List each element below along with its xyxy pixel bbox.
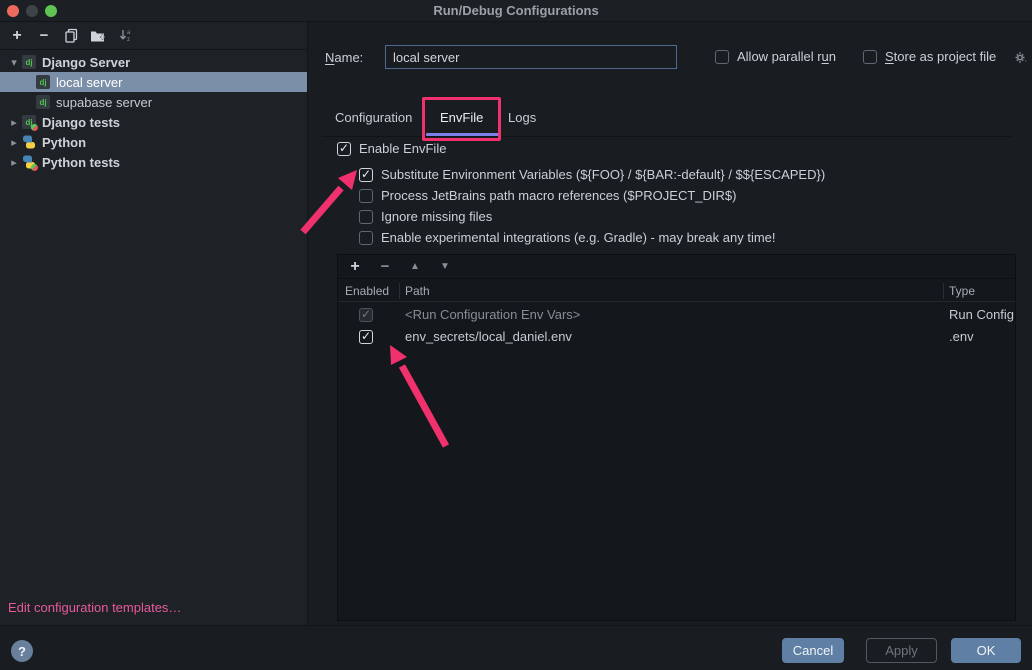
- checkbox-icon[interactable]: [863, 50, 877, 64]
- column-header-enabled: Enabled: [345, 284, 389, 298]
- add-env-file-icon[interactable]: [346, 258, 364, 276]
- svg-text:z: z: [127, 37, 130, 43]
- run-debug-configurations-dialog: Run/Debug Configurations az Django Serve…: [0, 0, 1032, 670]
- window-title: Run/Debug Configurations: [0, 0, 1032, 22]
- name-input[interactable]: [385, 45, 677, 69]
- tree-group-django-tests[interactable]: Django tests: [0, 112, 307, 132]
- help-button[interactable]: ?: [11, 640, 33, 662]
- process-path-macro-checkbox[interactable]: Process JetBrains path macro references …: [359, 188, 736, 203]
- checkbox-icon[interactable]: [359, 189, 373, 203]
- tab-envfile[interactable]: EnvFile: [440, 110, 483, 125]
- tab-logs[interactable]: Logs: [508, 110, 536, 125]
- python-tests-icon: [22, 155, 36, 169]
- option-label: Substitute Environment Variables (${FOO}…: [381, 167, 825, 182]
- add-configuration-icon[interactable]: [8, 27, 26, 45]
- tree-label: Python tests: [42, 155, 120, 170]
- env-file-path: env_secrets/local_daniel.env: [405, 329, 572, 344]
- store-settings-gear-icon[interactable]: [1013, 50, 1028, 68]
- checkbox-icon[interactable]: [359, 210, 373, 224]
- tree-group-django-server[interactable]: Django Server: [0, 52, 307, 72]
- cancel-button[interactable]: Cancel: [782, 638, 844, 663]
- ignore-missing-files-checkbox[interactable]: Ignore missing files: [359, 209, 492, 224]
- name-label: Name:: [325, 50, 363, 65]
- sidebar-toolbar: az: [0, 22, 307, 50]
- django-icon: [36, 95, 50, 109]
- apply-button[interactable]: Apply: [866, 638, 937, 663]
- tab-configuration[interactable]: Configuration: [335, 110, 412, 125]
- configurations-tree: Django Server local server supabase serv…: [0, 52, 307, 172]
- remove-env-file-icon[interactable]: [376, 258, 394, 276]
- move-down-icon[interactable]: [436, 258, 454, 276]
- tab-strip-divider: [322, 136, 1012, 137]
- enable-envfile-checkbox[interactable]: Enable EnvFile: [337, 141, 446, 156]
- django-tests-icon: [22, 115, 36, 129]
- edit-configuration-templates-link[interactable]: Edit configuration templates…: [8, 600, 181, 615]
- checkbox-checked-icon[interactable]: [359, 168, 373, 182]
- tree-item-local-server[interactable]: local server: [0, 72, 307, 92]
- active-tab-underline: [426, 133, 500, 136]
- table-row-env-secrets[interactable]: env_secrets/local_daniel.env .env: [338, 326, 1015, 348]
- allow-parallel-run-label: Allow parallel run: [737, 49, 836, 64]
- tree-label: Django Server: [42, 55, 130, 70]
- chevron-right-icon[interactable]: [6, 116, 22, 129]
- remove-configuration-icon[interactable]: [35, 27, 53, 45]
- tree-label: supabase server: [56, 95, 152, 110]
- option-label: Enable EnvFile: [359, 141, 446, 156]
- chevron-right-icon[interactable]: [6, 156, 22, 169]
- svg-text:a: a: [127, 30, 131, 36]
- option-label: Ignore missing files: [381, 209, 492, 224]
- new-folder-icon[interactable]: [89, 27, 107, 45]
- env-file-path: <Run Configuration Env Vars>: [405, 307, 580, 322]
- checkbox-icon[interactable]: [715, 50, 729, 64]
- env-files-table: Enabled Path Type <Run Configuration Env…: [337, 254, 1016, 621]
- table-header: Enabled Path Type: [338, 280, 1015, 302]
- column-header-type: Type: [949, 284, 975, 298]
- configurations-sidebar: az Django Server local server supabase s…: [0, 22, 308, 625]
- table-toolbar: [338, 255, 1015, 279]
- chevron-right-icon[interactable]: [6, 136, 22, 149]
- checkbox-icon[interactable]: [359, 231, 373, 245]
- tree-item-supabase-server[interactable]: supabase server: [0, 92, 307, 112]
- table-row-run-config-env-vars[interactable]: <Run Configuration Env Vars> Run Config: [338, 304, 1015, 326]
- django-icon: [36, 75, 50, 89]
- move-up-icon[interactable]: [406, 258, 424, 276]
- substitute-env-vars-checkbox[interactable]: Substitute Environment Variables (${FOO}…: [359, 167, 825, 182]
- ok-button[interactable]: OK: [951, 638, 1021, 663]
- store-as-project-file-label: Store as project file: [885, 49, 996, 64]
- tree-label: local server: [56, 75, 122, 90]
- copy-configuration-icon[interactable]: [62, 27, 80, 45]
- chevron-down-icon[interactable]: [6, 56, 22, 69]
- option-label: Enable experimental integrations (e.g. G…: [381, 230, 776, 245]
- env-file-type: .env: [949, 329, 974, 344]
- column-header-path: Path: [405, 284, 430, 298]
- checkbox-checked-icon[interactable]: [359, 330, 373, 344]
- allow-parallel-run-checkbox[interactable]: Allow parallel run: [715, 49, 836, 64]
- tree-label: Django tests: [42, 115, 120, 130]
- title-bar: Run/Debug Configurations: [0, 0, 1032, 22]
- configuration-editor-panel: Name: Allow parallel run Store as projec…: [308, 22, 1032, 625]
- checkbox-checked-icon[interactable]: [337, 142, 351, 156]
- option-label: Process JetBrains path macro references …: [381, 188, 736, 203]
- checkbox-locked-icon: [359, 308, 373, 322]
- dialog-footer: ? Cancel Apply OK: [0, 625, 1032, 670]
- store-as-project-file-checkbox[interactable]: Store as project file: [863, 49, 996, 64]
- sort-alphabetically-icon[interactable]: az: [116, 27, 134, 45]
- tree-group-python[interactable]: Python: [0, 132, 307, 152]
- experimental-integrations-checkbox[interactable]: Enable experimental integrations (e.g. G…: [359, 230, 776, 245]
- tree-group-python-tests[interactable]: Python tests: [0, 152, 307, 172]
- env-file-type: Run Config: [949, 307, 1014, 322]
- python-icon: [22, 135, 36, 149]
- tree-label: Python: [42, 135, 86, 150]
- django-icon: [22, 55, 36, 69]
